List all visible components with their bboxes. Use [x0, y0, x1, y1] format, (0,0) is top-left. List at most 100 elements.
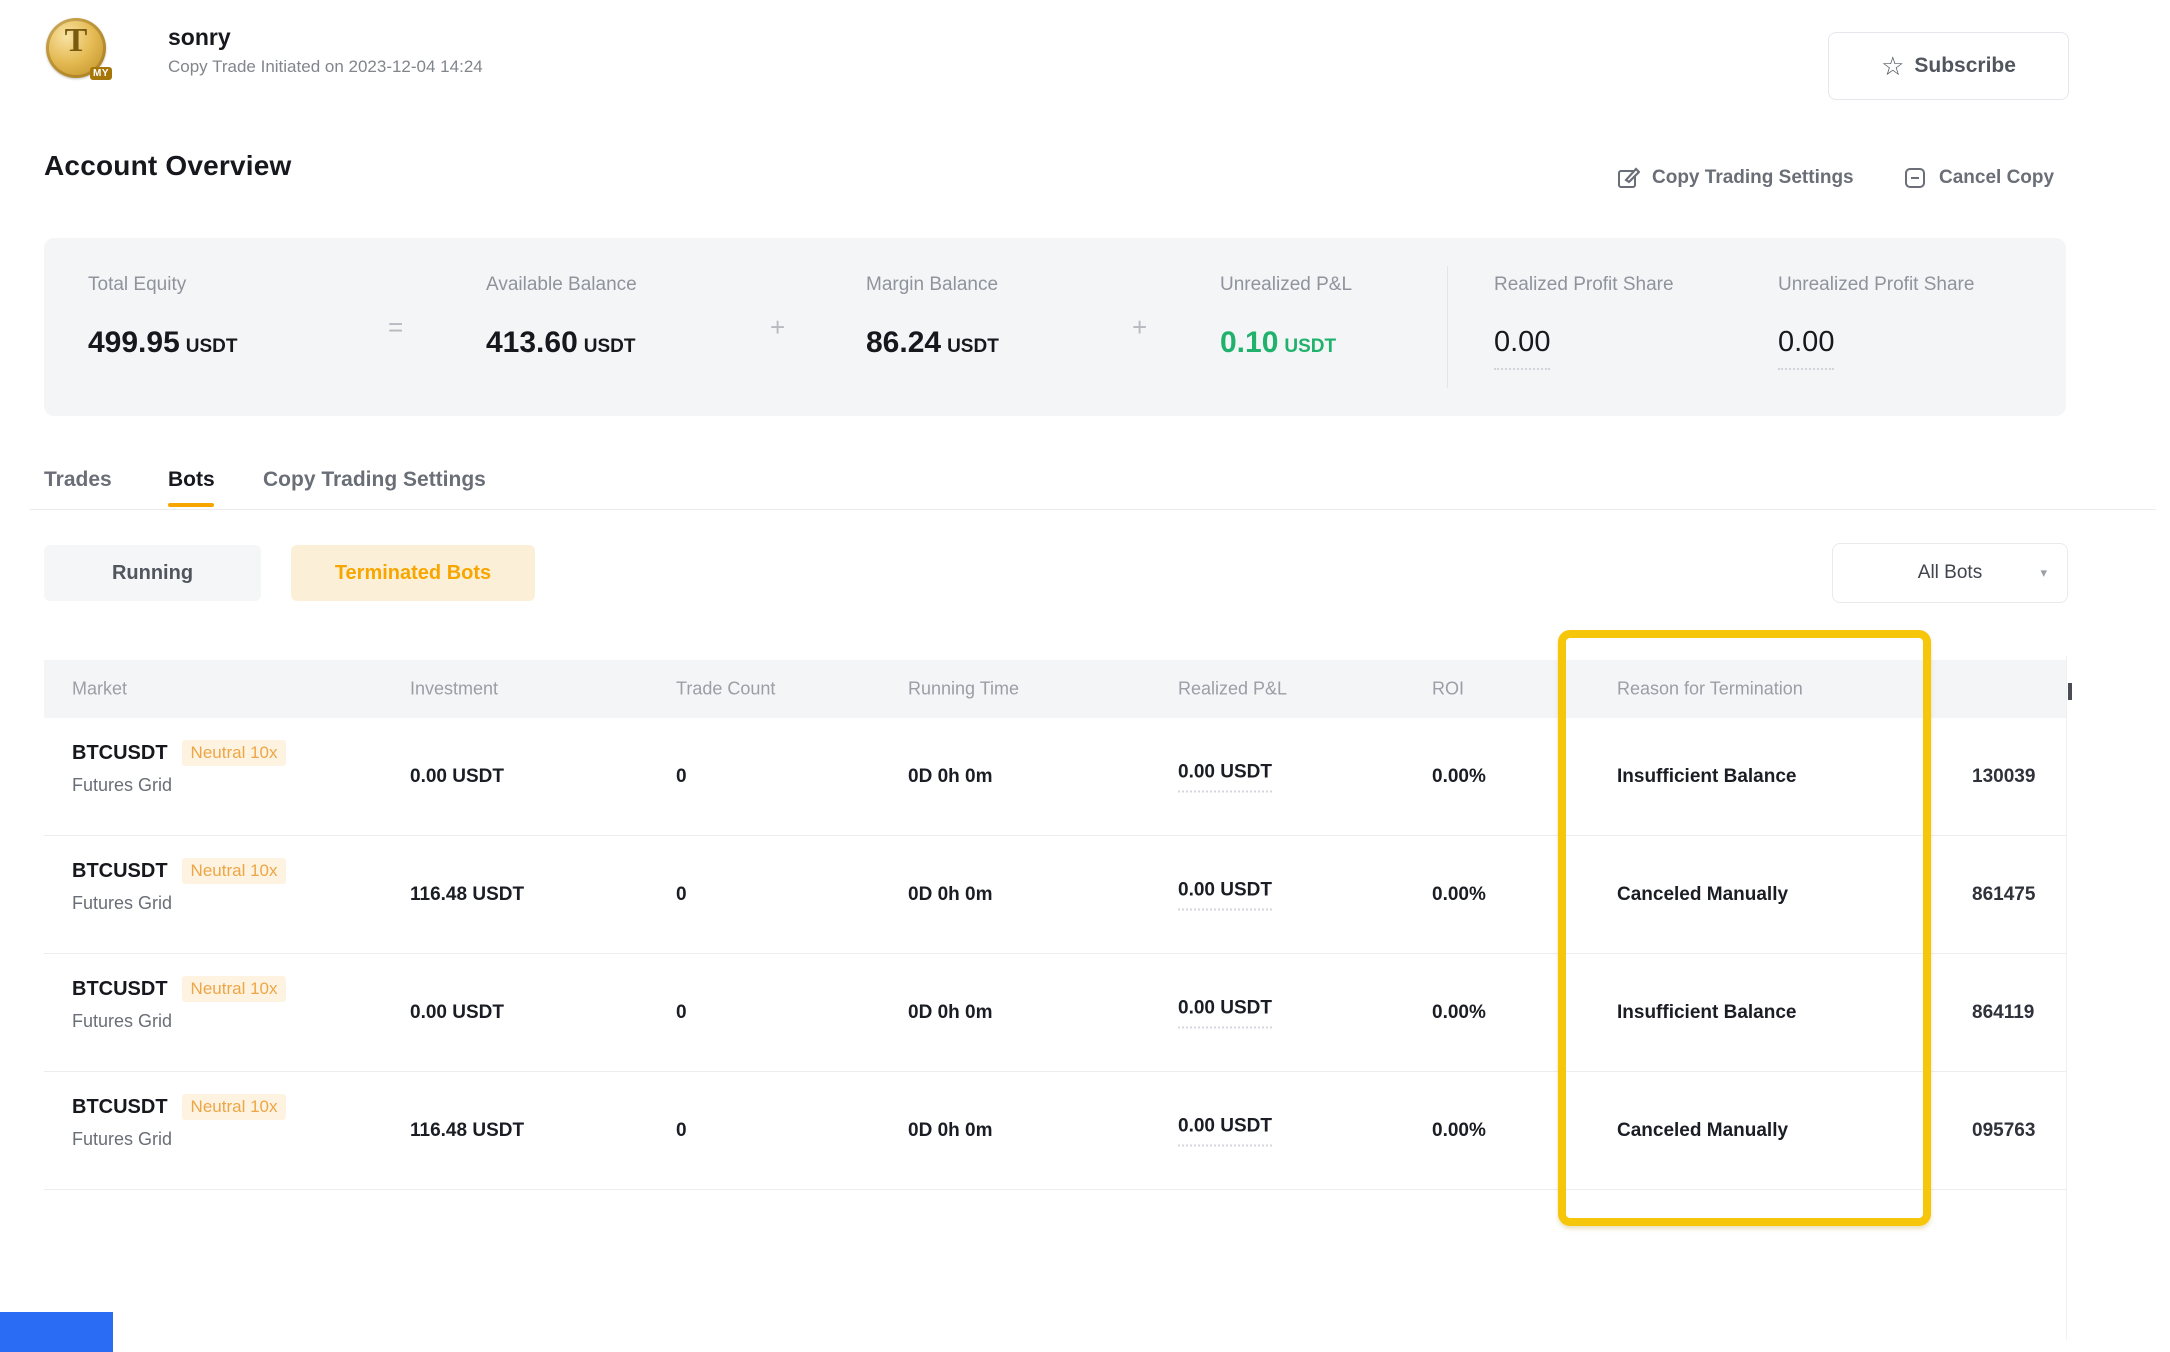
investment-value: 0.00 USDT: [410, 766, 504, 788]
market-cell: BTCUSDT Neutral 10x Futures Grid: [72, 1094, 286, 1150]
equals-operator: =: [388, 312, 403, 343]
trade-count-value: 0: [676, 766, 687, 788]
terminated-bots-filter-button[interactable]: Terminated Bots: [291, 545, 535, 601]
margin-balance-value: 86.24USDT: [866, 326, 999, 360]
roi-value: 0.00%: [1432, 1002, 1486, 1024]
leverage-badge: Neutral 10x: [182, 976, 287, 1002]
unrealized-pnl-value: 0.10USDT: [1220, 326, 1336, 360]
table-body: BTCUSDT Neutral 10x Futures Grid 0.00 US…: [44, 718, 2066, 1190]
unrealized-profit-share-label: Unrealized Profit Share: [1778, 274, 1974, 296]
bot-filter-dropdown[interactable]: All Bots ▾: [1832, 543, 2068, 603]
star-icon: ☆: [1881, 53, 1904, 79]
running-time-value: 0D 0h 0m: [908, 1120, 992, 1142]
tab-trades[interactable]: Trades: [44, 468, 112, 492]
investment-value: 116.48 USDT: [410, 1120, 524, 1142]
running-time-value: 0D 0h 0m: [908, 1002, 992, 1024]
subscribe-label: Subscribe: [1914, 54, 2016, 78]
table-row[interactable]: BTCUSDT Neutral 10x Futures Grid 0.00 US…: [44, 954, 2066, 1072]
col-trade-count: Trade Count: [676, 679, 775, 700]
margin-balance-label: Margin Balance: [866, 274, 998, 296]
realized-pnl-cell: 0.00 USDT: [1178, 879, 1272, 910]
realized-pnl-value: 0.00 USDT: [1178, 1115, 1272, 1146]
sticky-right-column: [2066, 656, 2170, 1340]
bot-filter-selected-value: All Bots: [1918, 562, 1982, 584]
cancel-copy-link[interactable]: Cancel Copy: [1903, 166, 2054, 190]
bot-id-value: 864119: [1972, 1002, 2034, 1024]
copy-trading-settings-link[interactable]: Copy Trading Settings: [1616, 166, 1854, 190]
table-row[interactable]: BTCUSDT Neutral 10x Futures Grid 0.00 US…: [44, 718, 2066, 836]
total-equity-value: 499.95USDT: [88, 326, 238, 360]
bot-type-label: Futures Grid: [72, 775, 286, 796]
market-symbol: BTCUSDT: [72, 1096, 168, 1119]
col-market: Market: [72, 679, 127, 700]
copy-trade-initiated-date: Copy Trade Initiated on 2023-12-04 14:24: [168, 57, 483, 77]
subscribe-button[interactable]: ☆ Subscribe: [1828, 32, 2069, 100]
page-title: Account Overview: [44, 150, 292, 182]
col-running-time: Running Time: [908, 679, 1019, 700]
termination-reason-value: Canceled Manually: [1617, 884, 1788, 906]
trade-count-value: 0: [676, 884, 687, 906]
realized-pnl-cell: 0.00 USDT: [1178, 761, 1272, 792]
cancel-copy-label: Cancel Copy: [1939, 167, 2054, 189]
realized-pnl-value: 0.00 USDT: [1178, 761, 1272, 792]
plus-operator: +: [770, 312, 785, 343]
leverage-badge: Neutral 10x: [182, 1094, 287, 1120]
total-equity-label: Total Equity: [88, 274, 186, 296]
bot-id-value: 130039: [1972, 766, 2035, 788]
col-roi: ROI: [1432, 679, 1464, 700]
col-reason-for-termination: Reason for Termination: [1617, 679, 1803, 700]
chevron-down-icon: ▾: [2040, 565, 2047, 581]
bot-type-label: Futures Grid: [72, 893, 286, 914]
account-overview-panel: Total Equity 499.95USDT = Available Bala…: [44, 238, 2066, 416]
bot-type-label: Futures Grid: [72, 1011, 286, 1032]
realized-pnl-cell: 0.00 USDT: [1178, 997, 1272, 1028]
trader-name: sonry: [168, 24, 231, 51]
blue-rectangle: [0, 1312, 113, 1352]
trade-count-value: 0: [676, 1002, 687, 1024]
copy-trading-settings-label: Copy Trading Settings: [1652, 167, 1854, 189]
running-time-value: 0D 0h 0m: [908, 884, 992, 906]
plus-operator: +: [1132, 312, 1147, 343]
realized-pnl-value: 0.00 USDT: [1178, 879, 1272, 910]
roi-value: 0.00%: [1432, 884, 1486, 906]
copy-trading-page: T MY sonry Copy Trade Initiated on 2023-…: [0, 0, 2170, 1352]
table-header: Market Investment Trade Count Running Ti…: [44, 660, 2066, 718]
realized-profit-share-label: Realized Profit Share: [1494, 274, 1674, 296]
market-symbol: BTCUSDT: [72, 860, 168, 883]
roi-value: 0.00%: [1432, 766, 1486, 788]
table-row[interactable]: BTCUSDT Neutral 10x Futures Grid 116.48 …: [44, 1072, 2066, 1190]
table-row[interactable]: BTCUSDT Neutral 10x Futures Grid 116.48 …: [44, 836, 2066, 954]
market-cell: BTCUSDT Neutral 10x Futures Grid: [72, 858, 286, 914]
market-symbol: BTCUSDT: [72, 742, 168, 765]
col-realized-pnl: Realized P&L: [1178, 679, 1287, 700]
minus-square-icon: [1903, 166, 1927, 190]
available-balance-label: Available Balance: [486, 274, 637, 296]
investment-value: 116.48 USDT: [410, 884, 524, 906]
running-time-value: 0D 0h 0m: [908, 766, 992, 788]
leverage-badge: Neutral 10x: [182, 858, 287, 884]
available-balance-value: 413.60USDT: [486, 326, 636, 360]
market-cell: BTCUSDT Neutral 10x Futures Grid: [72, 976, 286, 1032]
termination-reason-value: Insufficient Balance: [1617, 766, 1797, 788]
bot-id-value: 095763: [1972, 1120, 2035, 1142]
termination-reason-value: Canceled Manually: [1617, 1120, 1788, 1142]
realized-profit-share-value: 0.00: [1494, 326, 1550, 370]
realized-pnl-cell: 0.00 USDT: [1178, 1115, 1272, 1146]
unrealized-profit-share-value: 0.00: [1778, 326, 1834, 370]
coin-icon: T: [46, 22, 106, 60]
bot-type-label: Futures Grid: [72, 1129, 286, 1150]
termination-reason-value: Insufficient Balance: [1617, 1002, 1797, 1024]
realized-pnl-value: 0.00 USDT: [1178, 997, 1272, 1028]
tab-copy-trading-settings[interactable]: Copy Trading Settings: [263, 468, 486, 492]
leverage-badge: Neutral 10x: [182, 740, 287, 766]
investment-value: 0.00 USDT: [410, 1002, 504, 1024]
tab-bots[interactable]: Bots: [168, 468, 215, 492]
bot-id-value: 861475: [1972, 884, 2035, 906]
clipped-column-header: [2068, 683, 2072, 700]
edit-icon: [1616, 166, 1640, 190]
roi-value: 0.00%: [1432, 1120, 1486, 1142]
running-filter-button[interactable]: Running: [44, 545, 261, 601]
col-investment: Investment: [410, 679, 498, 700]
market-symbol: BTCUSDT: [72, 978, 168, 1001]
active-tab-underline: [168, 503, 214, 507]
